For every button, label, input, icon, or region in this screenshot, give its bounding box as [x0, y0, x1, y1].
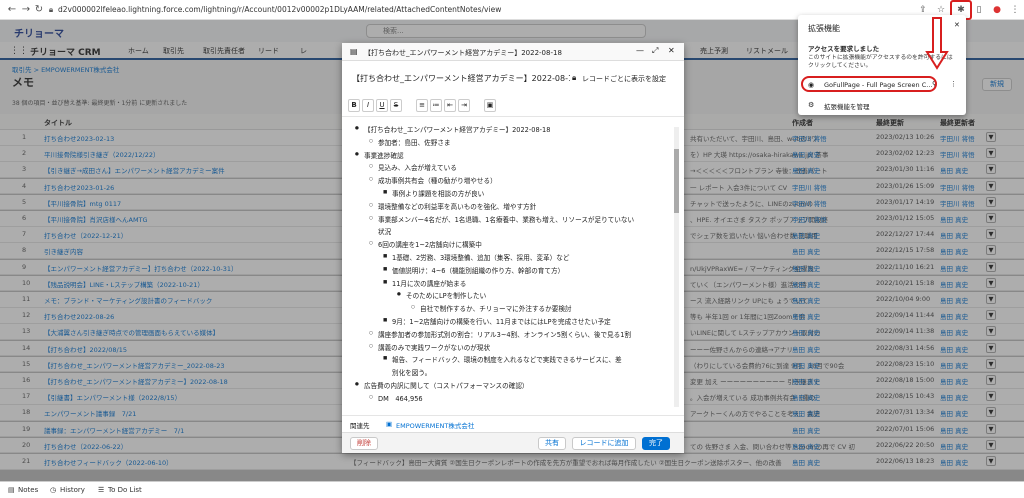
note-line: 環境整備などの利益率を高いものを強化、増やす方針	[378, 202, 537, 211]
back-icon[interactable]: ←	[6, 4, 18, 16]
notes-icon[interactable]: ▤	[8, 486, 15, 494]
profile-icon[interactable]: ●	[990, 3, 1004, 17]
highlight-extension-item	[801, 76, 937, 92]
note-title-input[interactable]: 【打ち合わせ_エンパワーメント経営アカデミー】2022-08-18	[352, 70, 570, 88]
bullet-icon: ○	[369, 202, 373, 208]
bullet-icon: ■	[383, 254, 388, 259]
access-heading: アクセスを要求しました	[808, 45, 880, 53]
bullet-icon: ●	[397, 292, 401, 298]
bullet-icon: ○	[411, 305, 415, 311]
red-down-arrow-icon	[925, 17, 949, 70]
bullet-icon: ●	[355, 151, 359, 157]
note-line: 6回の講座を1~2店舗向けに構築中	[378, 241, 482, 250]
bullet-icon: ○	[369, 394, 373, 400]
scrollbar-thumb[interactable]	[674, 149, 679, 213]
more-icon[interactable]: ⋮	[950, 80, 957, 88]
footer-todo[interactable]: To Do List	[108, 486, 142, 494]
bullet-icon: ■	[383, 190, 388, 195]
bullet-icon: ■	[383, 266, 388, 272]
bullet-icon: ○	[369, 343, 373, 349]
note-line: 1基礎、2労務、3環境整備、追加（集客、採用、変革）など	[392, 254, 570, 262]
note-line: 事例より課題を相談の方が良い	[392, 190, 485, 198]
account-icon: ▣	[386, 420, 393, 428]
note-line: 講座参加者の参加形式別の割合：リアル3~4割、オンライン5割くらい、後で見る1割	[378, 330, 632, 339]
address-bar[interactable]: d2v000002lfeleao.lightning.force.com/lig…	[58, 3, 878, 17]
footer-history[interactable]: History	[60, 486, 85, 494]
italic-button[interactable]: I	[362, 99, 374, 112]
lock-icon: 🔒︎	[48, 5, 54, 14]
note-line: 事業部メンバー4名だが、1名退職、1名療養中、業務も増え、リソースが足りていない	[378, 215, 635, 224]
bullet-icon: ○	[369, 215, 373, 221]
bullet-icon: ○	[369, 164, 373, 170]
extensions-title: 拡張機能	[808, 24, 840, 33]
note-line: 自社で制作するか、チリョーマに外注するか要検討	[420, 305, 572, 314]
bullet-icon: ○	[369, 138, 373, 144]
note-editor-modal: ▤ 【打ち合わせ_エンパワーメント経営アカデミー】2022-08-18 — ⤢ …	[342, 43, 684, 453]
underline-button[interactable]: U	[376, 99, 388, 112]
note-line: DM 464,956	[378, 394, 423, 403]
modal-footer: 削除 共有 レコードに追加 完了	[342, 432, 684, 453]
note-line: 広告費の内訳に関して（コストパフォーマンスの確認）	[364, 382, 529, 390]
note-line: 価値説明け：4~6（機能別組織の作り方、幹部の育て方）	[392, 266, 565, 275]
bullet-icon: ○	[369, 330, 373, 336]
footer-notes[interactable]: Notes	[18, 486, 38, 494]
delete-button[interactable]: 削除	[350, 437, 378, 450]
done-button[interactable]: 完了	[642, 437, 670, 450]
rich-text-toolbar: B I U S ≡ ≔ ⇤ ⇥ ▣	[342, 96, 684, 117]
forward-icon[interactable]: →	[20, 4, 32, 16]
bullet-icon: ■	[383, 356, 388, 362]
note-line: 講義のみで実践ワークがないのが現状	[378, 343, 491, 352]
bullet-icon: ○	[369, 241, 373, 247]
bullet-list-button[interactable]: ≡	[416, 99, 428, 112]
manage-extensions-link[interactable]: 拡張機能を管理	[824, 101, 870, 111]
history-icon[interactable]: ◷	[50, 486, 56, 494]
menu-icon[interactable]: ⋮	[1008, 3, 1022, 17]
bold-button[interactable]: B	[348, 99, 360, 112]
note-line: 参加者：島田、佐野さま	[378, 138, 451, 147]
bullet-icon: ■	[383, 318, 388, 323]
bullet-icon: ●	[355, 382, 359, 387]
note-line: 9月：1~2店舗向けの構築を行い、11月まではにはLPを完成させたい予定	[392, 318, 611, 326]
todo-icon[interactable]: ☰	[98, 486, 104, 494]
close-icon[interactable]: ✕	[954, 21, 960, 29]
note-line: 11月に次の講座が始まる	[392, 279, 467, 288]
close-icon[interactable]: ✕	[668, 46, 675, 55]
minimize-icon[interactable]: —	[636, 46, 644, 55]
lock-icon: 🔒︎	[572, 73, 577, 82]
bullet-icon: ●	[355, 126, 359, 131]
related-row: 関連先 ▣ EMPOWERMENT株式会社	[342, 415, 684, 431]
add-to-record-button[interactable]: レコードに追加	[572, 437, 636, 450]
expand-icon[interactable]: ⤢	[652, 46, 658, 56]
note-icon: ▤	[350, 47, 358, 56]
image-button[interactable]: ▣	[484, 99, 496, 112]
note-line: 成功事例共有会（種の勧がり増やせる）	[378, 177, 497, 186]
numbered-list-button[interactable]: ≔	[430, 99, 442, 112]
strike-button[interactable]: S	[390, 99, 402, 112]
modal-header: ▤ 【打ち合わせ_エンパワーメント経営アカデミー】2022-08-18 — ⤢ …	[342, 43, 684, 61]
note-line: そのためにLPを制作したい	[406, 292, 487, 301]
bullet-icon: ○	[369, 177, 373, 183]
related-label: 関連先	[350, 422, 370, 430]
share-button[interactable]: 共有	[538, 437, 566, 450]
reload-icon[interactable]: ↻	[33, 4, 45, 16]
sidebar-icon[interactable]: ▯	[972, 3, 986, 17]
editor-scrollbar[interactable]	[674, 127, 679, 407]
utility-bar: ▤ Notes ◷ History ☰ To Do List	[0, 481, 1024, 498]
note-line: 【打ち合わせ_エンパワーメント経営アカデミー】2022-08-18	[364, 126, 551, 134]
bullet-icon: ■	[383, 279, 388, 285]
modal-window-title: 【打ち合わせ_エンパワーメント経営アカデミー】2022-08-18	[364, 49, 562, 57]
indent-button[interactable]: ⇥	[458, 99, 470, 112]
related-account-link[interactable]: EMPOWERMENT株式会社	[396, 420, 474, 430]
note-line: 状況	[378, 228, 392, 237]
note-line: 事業進捗確認	[364, 151, 404, 160]
record-view-setting[interactable]: レコードごとに表示を設定	[582, 74, 666, 84]
outdent-button[interactable]: ⇤	[444, 99, 456, 112]
gear-icon: ⚙	[808, 101, 815, 109]
note-line: 見込み、入会が増えている	[378, 164, 457, 173]
note-body-editor[interactable]: ● 【打ち合わせ_エンパワーメント経営アカデミー】2022-08-18 ○ 参加者：島…	[352, 124, 672, 407]
note-line: 別化を図う。	[392, 369, 432, 378]
note-line: 報告、フィードバック、環境の制度を入れるなどで実践できるサービスに、差	[392, 356, 622, 365]
